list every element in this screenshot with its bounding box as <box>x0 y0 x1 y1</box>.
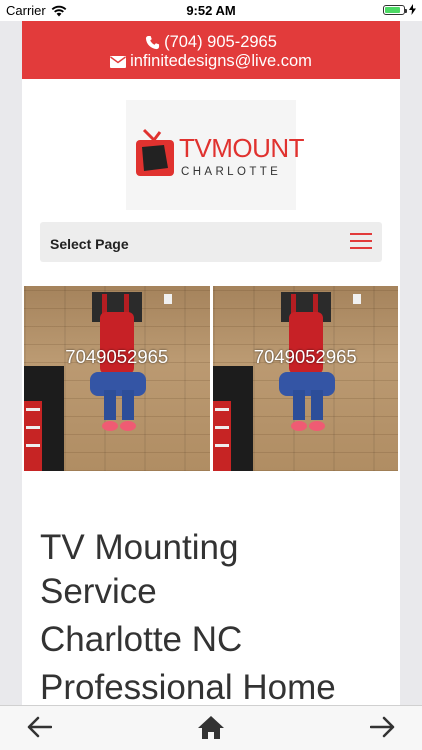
email-link[interactable]: infinitedesigns@live.com <box>22 52 400 71</box>
phone-number: (704) 905-2965 <box>164 33 277 51</box>
home-icon[interactable] <box>197 715 225 740</box>
status-bar: Carrier 9:52 AM <box>0 0 422 21</box>
select-page-label: Select Page <box>50 236 129 252</box>
web-page: (704) 905-2965 infinitedesigns@live.com … <box>22 21 400 705</box>
arrow-right-icon[interactable] <box>370 715 396 739</box>
status-right <box>383 4 416 15</box>
photo-overlay-text: 7049052965 <box>65 346 169 367</box>
person-hanging-on-tv-mount-image <box>212 292 361 471</box>
site-logo[interactable]: TVMOUNT CHARLOTTE <box>126 100 305 210</box>
phone-icon <box>146 35 160 50</box>
arrow-left-icon[interactable] <box>26 715 52 739</box>
email-address: infinitedesigns@live.com <box>130 52 312 70</box>
select-page-menu[interactable]: Select Page <box>40 222 382 262</box>
heading-line: Charlotte NC <box>40 620 243 659</box>
gallery-photo[interactable]: 7049052965 <box>24 286 210 471</box>
heading-line: Service <box>40 572 157 611</box>
logo-subtitle: CHARLOTTE <box>181 166 282 178</box>
tv-logo-icon <box>136 128 174 176</box>
gallery-photo[interactable]: 7049052965 <box>212 286 398 471</box>
phone-link[interactable]: (704) 905-2965 <box>22 33 400 52</box>
person-hanging-on-tv-mount-image <box>24 292 172 471</box>
photo-overlay-text: 7049052965 <box>253 346 357 367</box>
status-time: 9:52 AM <box>186 3 236 18</box>
photo-gallery: 7049052965 7049052965 <box>24 286 398 471</box>
heading-line: Professional Home <box>40 668 336 705</box>
envelope-icon <box>110 55 127 68</box>
battery-icon <box>383 4 407 15</box>
charging-bolt-icon <box>409 4 416 15</box>
hamburger-menu-icon[interactable] <box>350 232 372 250</box>
page-heading: TV Mounting Service Charlotte NC Profess… <box>40 526 390 705</box>
browser-toolbar <box>0 705 422 750</box>
heading-line: TV Mounting <box>40 528 239 567</box>
contact-bar: (704) 905-2965 infinitedesigns@live.com <box>22 21 400 79</box>
logo-wordmark: TVMOUNT <box>179 133 305 163</box>
